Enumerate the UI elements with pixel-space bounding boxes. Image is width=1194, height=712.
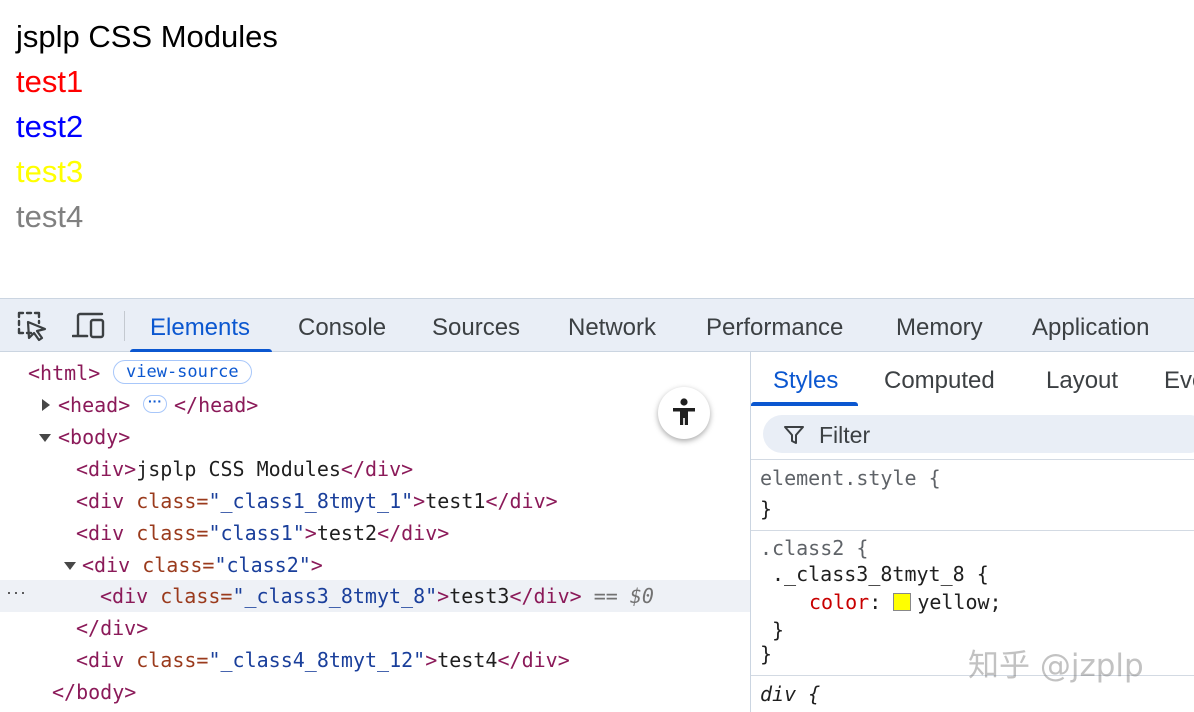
tab-event-listeners[interactable]: Eve xyxy=(1164,352,1194,406)
devtools-toolbar: Elements Console Sources Network Perform… xyxy=(0,298,1194,353)
tab-layout[interactable]: Layout xyxy=(1046,352,1118,406)
expand-arrow-icon[interactable] xyxy=(42,399,50,411)
preview-test4: test4 xyxy=(16,199,84,234)
div-close-tag: </div> xyxy=(340,457,414,481)
accessibility-tree-button[interactable] xyxy=(658,387,710,439)
collapsed-ellipsis-icon[interactable]: ··· xyxy=(143,394,167,413)
class-attr-name: class= xyxy=(136,521,209,545)
filter-placeholder: Filter xyxy=(819,422,871,448)
div-text: test4 xyxy=(437,648,498,672)
div-open-tag: <div xyxy=(76,489,125,513)
inspect-element-icon[interactable] xyxy=(15,309,49,343)
tab-sources[interactable]: Sources xyxy=(432,299,520,353)
tab-memory[interactable]: Memory xyxy=(896,299,983,353)
class-attr-value: "class2" xyxy=(214,553,311,577)
div-text: test2 xyxy=(316,521,378,545)
rule-separator xyxy=(751,530,1194,531)
watermark: 知乎 @jzplp xyxy=(968,648,1144,684)
tab-performance[interactable]: Performance xyxy=(706,299,843,353)
tag-gt: > xyxy=(304,521,317,545)
div-rule-selector[interactable]: div { xyxy=(760,682,820,706)
tag-gt: > xyxy=(310,553,323,577)
toolbar-separator xyxy=(124,311,125,341)
dom-node-div-class2[interactable]: <div class="class2"> xyxy=(0,549,750,581)
dom-node-div-test1[interactable]: <div class="_class1_8tmyt_1">test1</div> xyxy=(0,485,750,517)
tag-gt: > xyxy=(413,489,426,513)
class-attr-value: "_class4_8tmyt_12" xyxy=(208,648,426,672)
div-open-tag: <div xyxy=(76,648,125,672)
class-attr-name: class= xyxy=(160,584,233,608)
dom-node-html[interactable]: <html> view-source xyxy=(0,357,750,389)
class-attr-name: class= xyxy=(142,553,215,577)
tab-network[interactable]: Network xyxy=(568,299,656,353)
class-attr-value: "_class1_8tmyt_1" xyxy=(208,489,414,513)
div-open-tag: <div xyxy=(100,584,149,608)
rule-separator xyxy=(751,459,1194,460)
dom-node-div-class2-close[interactable]: </div> xyxy=(0,612,750,644)
tag-gt: > xyxy=(437,584,450,608)
selected-node-marker: == $0 xyxy=(593,584,654,608)
class-attr-name: class= xyxy=(136,648,209,672)
class-attr-name: class= xyxy=(136,489,209,513)
dom-node-div-test4[interactable]: <div class="_class4_8tmyt_12">test4</div… xyxy=(0,644,750,676)
outer-rule-selector[interactable]: .class2 { xyxy=(760,536,868,560)
class-attr-value: "class1" xyxy=(208,521,305,545)
preview-title: jsplp CSS Modules xyxy=(16,19,278,54)
dom-node-body-close[interactable]: </body> xyxy=(0,676,750,708)
view-source-badge[interactable]: view-source xyxy=(113,360,252,384)
dom-node-div-title[interactable]: <div>jsplp CSS Modules</div> xyxy=(0,453,750,485)
elements-dom-tree: <html> view-source <head> ··· </head> <b… xyxy=(0,352,750,712)
div-close-tag: </div> xyxy=(485,489,558,513)
styles-filter-input[interactable]: Filter xyxy=(763,415,1194,453)
tab-styles[interactable]: Styles xyxy=(751,352,859,406)
div-close-tag: </div> xyxy=(509,584,582,608)
dom-node-div-test2[interactable]: <div class="class1">test2</div> xyxy=(0,517,750,549)
preview-test3: test3 xyxy=(16,154,84,189)
element-style-selector[interactable]: element.style { xyxy=(760,466,941,490)
dom-node-head[interactable]: <head> ··· </head> xyxy=(0,389,750,421)
body-close-tag: </body> xyxy=(52,680,137,704)
css-property-value[interactable]: yellow; xyxy=(917,590,1001,614)
preview-test2: test2 xyxy=(16,109,84,144)
close-brace: } xyxy=(760,497,773,521)
preview-test1: test1 xyxy=(16,64,84,99)
color-swatch-icon[interactable] xyxy=(893,593,912,611)
device-toolbar-icon[interactable] xyxy=(71,309,106,343)
inner-close-brace: } xyxy=(772,618,785,642)
head-open-tag: <head> xyxy=(58,393,131,417)
head-close-tag: </head> xyxy=(174,393,259,417)
styles-tabbar: Styles Computed Layout Eve xyxy=(751,352,1194,406)
div-open-tag: <div> xyxy=(76,457,137,481)
tab-computed[interactable]: Computed xyxy=(884,352,995,406)
div-text: test3 xyxy=(449,584,510,608)
div-close-tag: </div> xyxy=(377,521,450,545)
node-actions-ellipsis[interactable]: ··· xyxy=(6,582,27,603)
accessibility-icon xyxy=(673,398,695,425)
tab-elements[interactable]: Elements xyxy=(129,299,273,353)
element-style-text: element.style { xyxy=(760,466,941,490)
html-open-tag: <html> xyxy=(28,361,101,385)
div-text: test1 xyxy=(425,489,486,513)
tab-application[interactable]: Application xyxy=(1032,299,1149,353)
div-close-tag: </div> xyxy=(497,648,570,672)
css-colon: : xyxy=(869,590,882,614)
dom-node-div-test3-selected[interactable]: ··· <div class="_class3_8tmyt_8">test3</… xyxy=(0,580,750,612)
div-text: jsplp CSS Modules xyxy=(136,457,341,481)
dom-node-body[interactable]: <body> xyxy=(0,421,750,453)
css-property-name[interactable]: color xyxy=(809,590,869,614)
page-preview: jsplp CSS Modules test1 test2 test3 test… xyxy=(0,0,1194,298)
filter-icon xyxy=(784,426,804,444)
div-open-tag: <div xyxy=(76,521,125,545)
collapse-arrow-icon[interactable] xyxy=(64,562,76,570)
inner-rule-selector[interactable]: ._class3_8tmyt_8 { xyxy=(772,562,989,586)
class-attr-value: "_class3_8tmyt_8" xyxy=(232,584,438,608)
outer-close-brace: } xyxy=(760,642,773,666)
body-open-tag: <body> xyxy=(58,425,131,449)
collapse-arrow-icon[interactable] xyxy=(39,434,51,442)
div-close-tag: </div> xyxy=(76,616,149,640)
tab-console[interactable]: Console xyxy=(298,299,386,353)
css-declaration-color[interactable]: color: yellow; xyxy=(809,590,1002,614)
tag-gt: > xyxy=(425,648,438,672)
div-open-tag: <div xyxy=(82,553,131,577)
